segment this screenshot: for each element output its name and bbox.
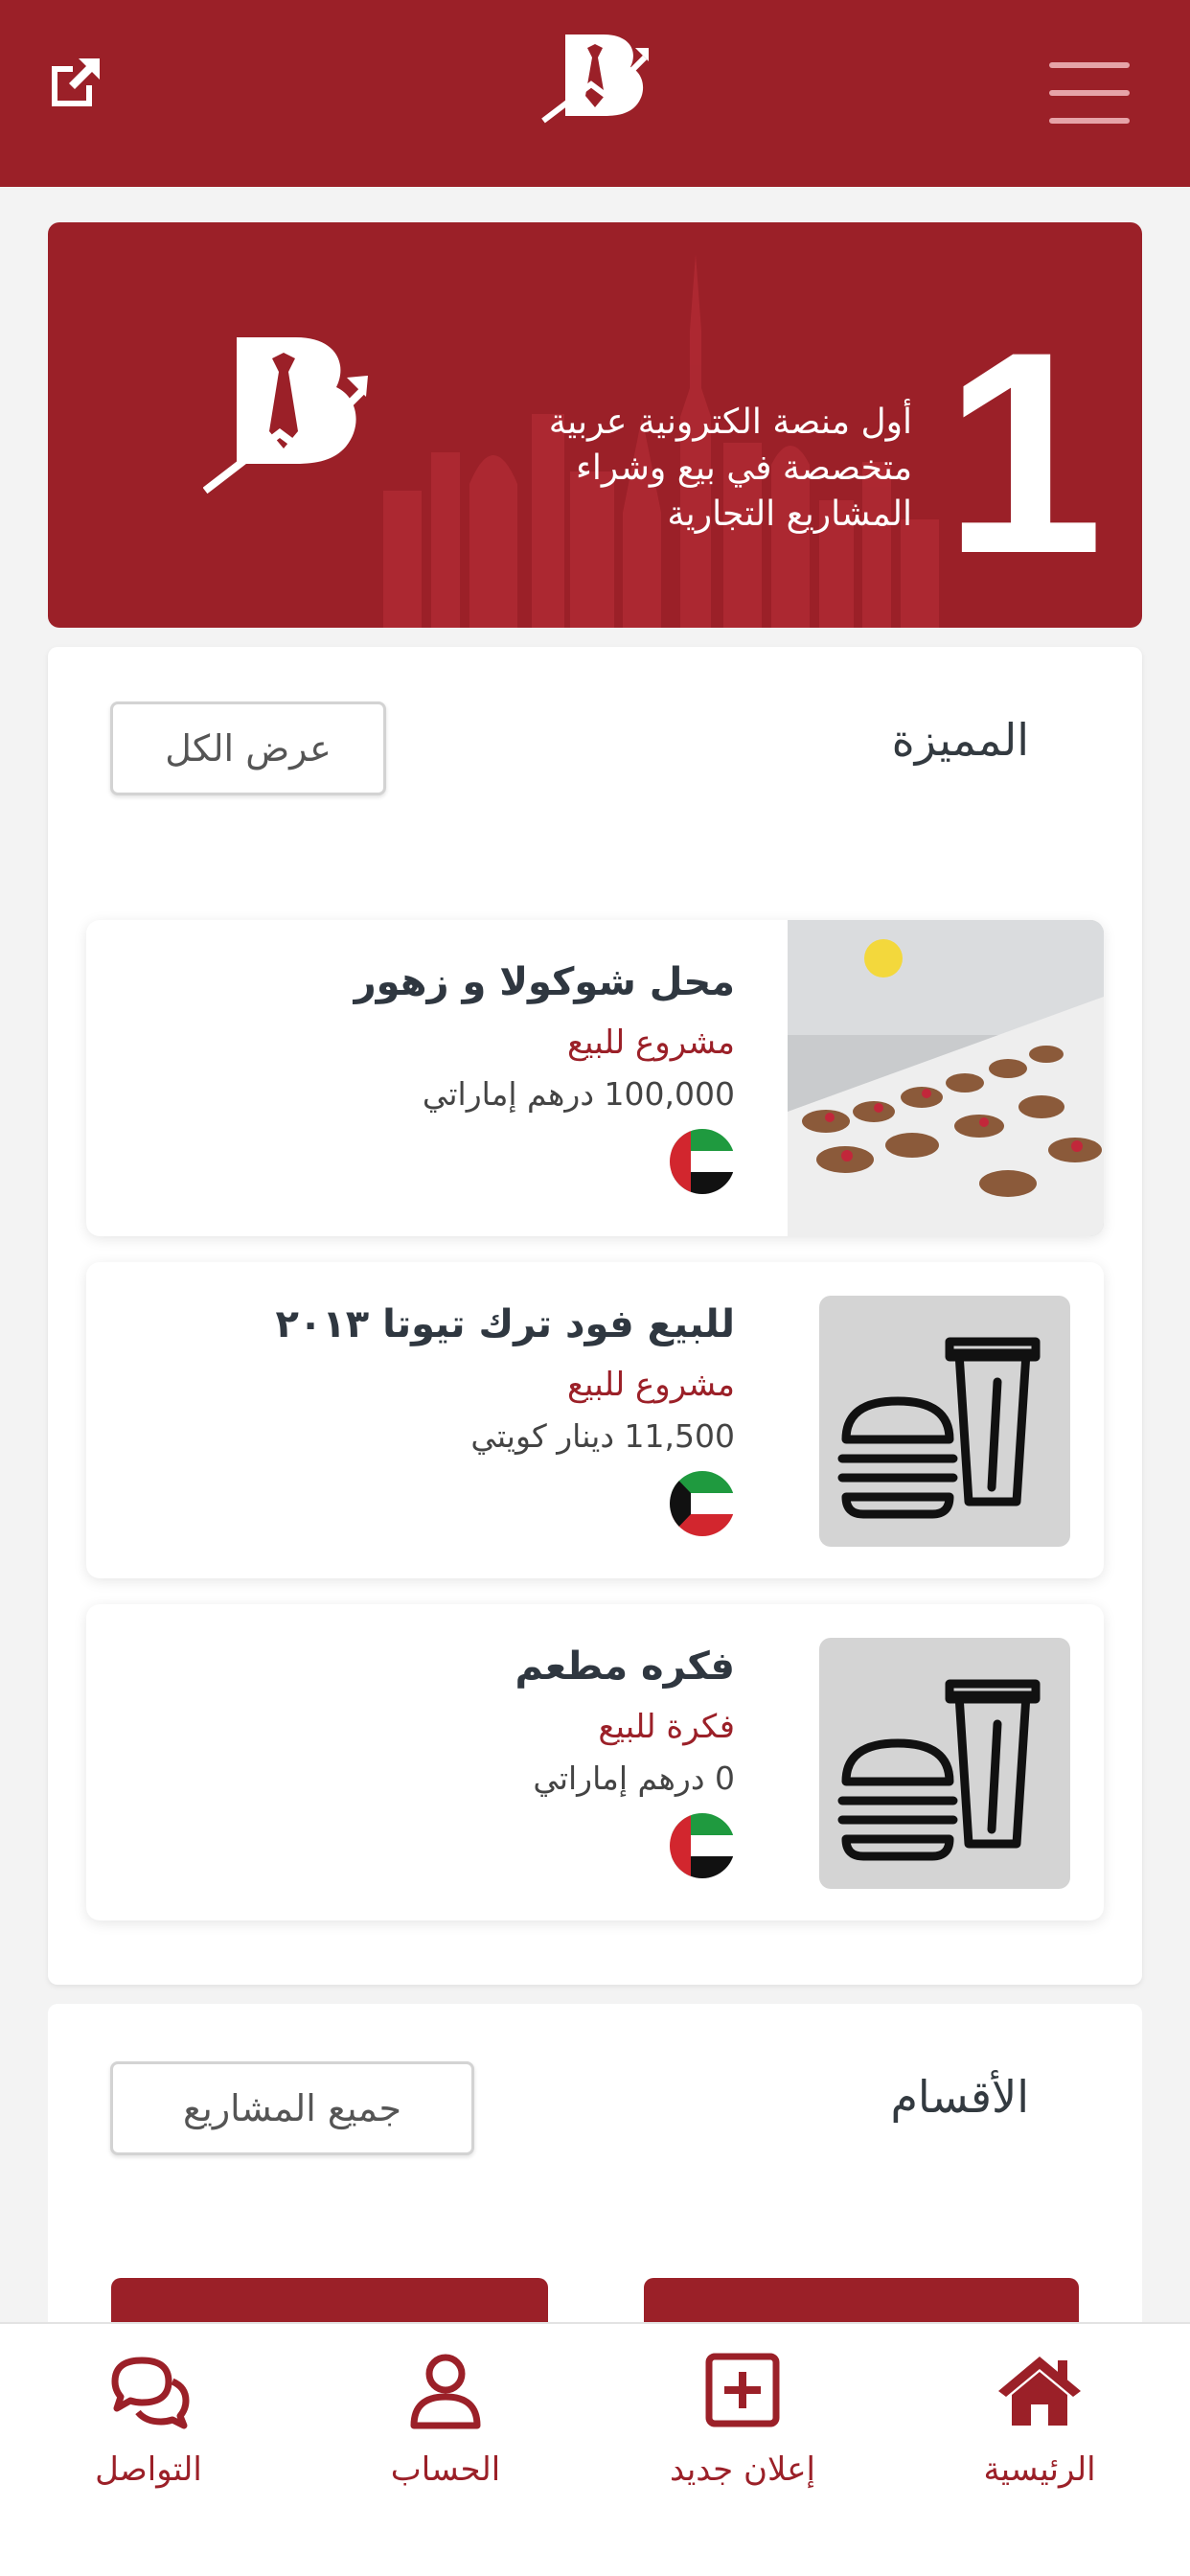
listing-price: 100,000 درهم إماراتي (422, 1075, 735, 1113)
food-placeholder-icon (837, 1337, 1041, 1519)
home-icon (998, 2357, 1081, 2426)
uae-flag-icon (670, 1129, 735, 1194)
nav-label: إعلان جديد (670, 2450, 815, 2489)
all-projects-button[interactable]: جميع المشاريع (110, 2061, 474, 2155)
banner-line-1: أول منصة الكترونية عربية (548, 402, 912, 442)
listing-title: محل شوكولا و زهور (354, 960, 735, 1004)
nav-label: الحساب (390, 2450, 501, 2489)
bottom-navigation: التواصل الحساب إعلان جديد الرئيسية (0, 2322, 1190, 2576)
categories-title: الأقسام (890, 2071, 1029, 2123)
nav-home[interactable]: الرئيسية (896, 2353, 1183, 2489)
banner-tagline: أول منصة الكترونية عربية متخصصة في بيع و… (491, 400, 912, 538)
listing-image-placeholder (819, 1638, 1070, 1889)
listing-type: فكرة للبيع (598, 1708, 735, 1746)
nav-label: الرئيسية (983, 2450, 1096, 2489)
nav-label: التواصل (95, 2450, 202, 2489)
brand-logo-icon[interactable] (541, 27, 656, 147)
food-placeholder-icon (837, 1679, 1041, 1861)
listing-title: فكره مطعم (515, 1644, 735, 1689)
listing-image-placeholder (819, 1296, 1070, 1547)
banner-line-2: متخصصة في بيع وشراء (575, 448, 912, 488)
hamburger-menu-icon[interactable] (1049, 62, 1130, 124)
listing-card[interactable]: محل شوكولا و زهور مشروع للبيع 100,000 در… (86, 920, 1104, 1236)
listing-card[interactable]: للبيع فود ترك تيوتا ٢٠١٣ مشروع للبيع 11,… (86, 1262, 1104, 1578)
user-icon (410, 2354, 481, 2429)
listing-type: مشروع للبيع (566, 1366, 735, 1404)
listing-title: للبيع فود ترك تيوتا ٢٠١٣ (275, 1302, 735, 1346)
listing-card[interactable]: فكره مطعم فكرة للبيع 0 درهم إماراتي (86, 1604, 1104, 1920)
listing-price: 11,500 دينار كويتي (470, 1417, 735, 1455)
banner-number: 1 (944, 291, 1104, 613)
external-link-icon[interactable] (46, 53, 105, 112)
listing-photo (788, 920, 1104, 1236)
brand-logo-icon (203, 337, 368, 494)
listing-type: مشروع للبيع (566, 1024, 735, 1062)
nav-contact[interactable]: التواصل (5, 2353, 292, 2489)
hero-banner[interactable]: أول منصة الكترونية عربية متخصصة في بيع و… (48, 222, 1142, 628)
top-bar (0, 0, 1190, 187)
nav-account[interactable]: الحساب (302, 2353, 589, 2489)
nav-new-ad[interactable]: إعلان جديد (599, 2353, 886, 2489)
listing-price: 0 درهم إماراتي (533, 1760, 735, 1797)
uae-flag-icon (670, 1813, 735, 1878)
view-all-button[interactable]: عرض الكل (110, 702, 386, 795)
kuwait-flag-icon (670, 1471, 735, 1536)
plus-square-icon (705, 2353, 780, 2427)
chat-icon (111, 2357, 190, 2429)
featured-title: المميزة (891, 714, 1029, 766)
banner-line-3: المشاريع التجارية (667, 494, 912, 534)
